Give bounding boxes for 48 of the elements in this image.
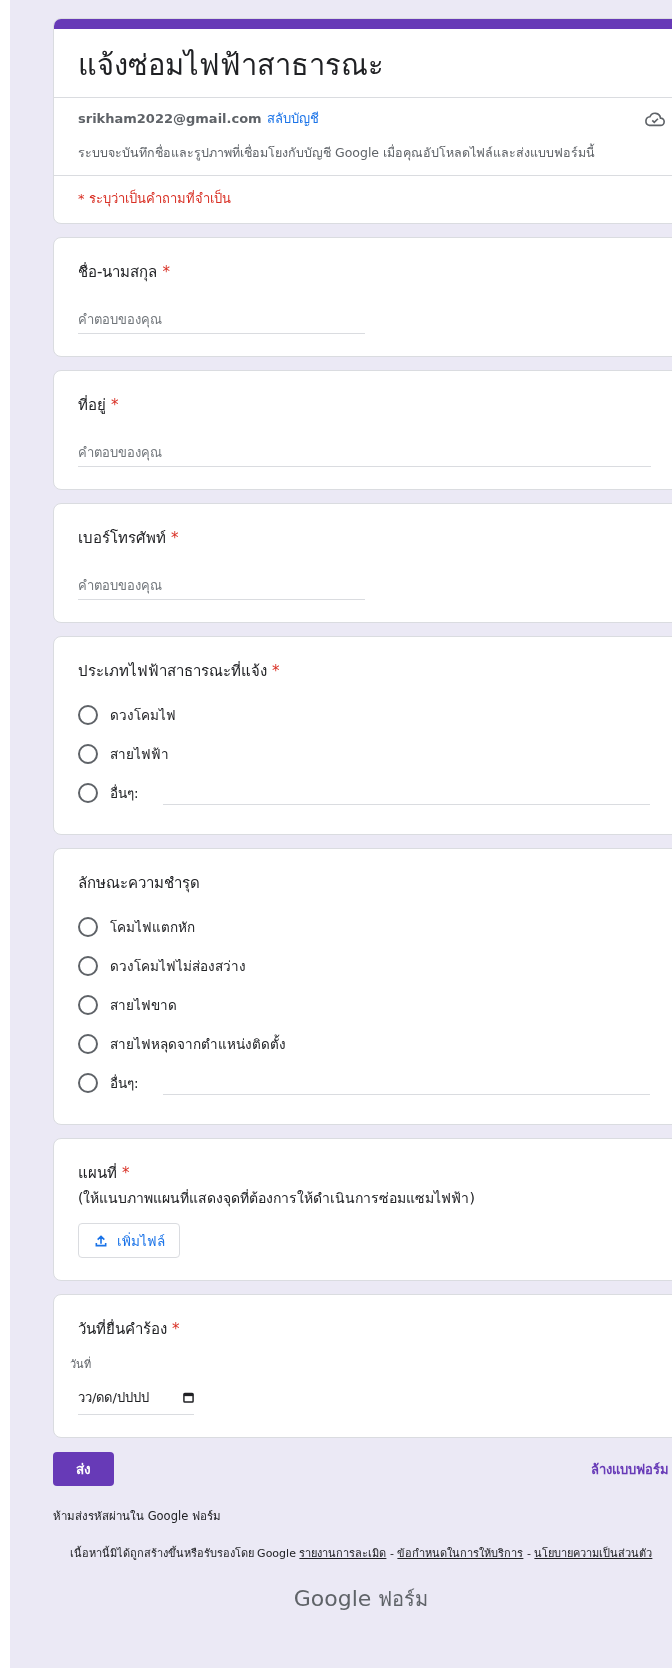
account-email: srikham2022@gmail.com (78, 111, 262, 126)
option-label: ดวงโคมไฟ (110, 705, 176, 725)
question-title: เบอร์โทรศัพท์ (78, 528, 166, 549)
required-mark: * (122, 1163, 130, 1184)
form-title: แจ้งซ่อมไฟฟ้าสาธารณะ (78, 47, 385, 84)
calendar-icon (183, 1392, 194, 1403)
option-label: ดวงโคมไฟไม่ส่องสว่าง (110, 956, 246, 976)
switch-account-link[interactable]: สลับบัญชี (266, 108, 319, 129)
required-mark: * (162, 262, 170, 283)
option-label: สายไฟขาด (110, 995, 177, 1015)
clear-form-button[interactable]: ล้างแบบฟอร์ม (591, 1458, 669, 1480)
question-title: แผนที่ (78, 1162, 117, 1184)
cloud-check-icon (644, 109, 666, 128)
required-mark: * (171, 528, 179, 549)
radio-button[interactable] (78, 704, 98, 725)
date-label: วันที่ (70, 1355, 92, 1373)
disclaimer-text: เนื้อหานี้มิได้ถูกสร้างขึ้นหรือรับรองโดย Google รายงานการละเมิด - ข้อกำหนดในการให้บริการ - นโยบายความเป็นส่วนตัว (69, 1547, 653, 1560)
question-title: ที่อยู่ (78, 394, 106, 416)
option-label: สายไฟหลุดจากตำแหน่งติดตั้ง (110, 1033, 286, 1055)
option-label: สายไฟฟ้า (110, 744, 169, 764)
footer-link[interactable]: รายงานการละเมิด (299, 1547, 387, 1560)
option-label: อื่นๆ: (110, 783, 139, 803)
radio-button[interactable] (78, 782, 98, 803)
question-title: ประเภทไฟฟ้าสาธารณะที่แจ้ง (78, 660, 267, 682)
submit-button[interactable]: ส่ง (53, 1452, 114, 1486)
required-mark: * (111, 395, 119, 416)
required-note: * ระบุว่าเป็นคำถามที่จำเป็น (78, 191, 231, 206)
footer-link[interactable]: นโยบายความเป็นส่วนตัว (534, 1547, 653, 1560)
radio-button[interactable] (78, 955, 98, 976)
google-forms-logo: Google ฟอร์ม (293, 1585, 429, 1613)
required-mark: * (272, 661, 280, 682)
radio-button[interactable] (78, 743, 98, 764)
option-label: อื่นๆ: (110, 1073, 139, 1093)
add-file-button[interactable]: เพิ่มไฟล์ (78, 1223, 180, 1258)
account-note: ระบบจะบันทึกชื่อและรูปภาพที่เชื่อมโยงกับบัญชี Google เมื่อคุณอัปโหลดไฟล์และส่งแบบฟอร์มนี้ (78, 143, 597, 163)
question-title: วันที่ยื่นคำร้อง (78, 1318, 167, 1340)
required-mark: * (172, 1319, 180, 1340)
option-label: โคมไฟแตกหัก (110, 917, 195, 937)
footer-link[interactable]: ข้อกำหนดในการให้บริการ (397, 1547, 524, 1560)
question-description: (ให้แนบภาพแผนที่แสดงจุดที่ต้องการให้ดำเนินการซ่อมแซมไฟฟ้า) (78, 1188, 476, 1209)
radio-button[interactable] (78, 1072, 98, 1093)
radio-button[interactable] (78, 1033, 98, 1054)
question-title: ลักษณะความชำรุด (78, 873, 200, 895)
radio-button[interactable] (78, 994, 98, 1015)
date-field[interactable]: วว/ดด/ปปปป (78, 1381, 194, 1415)
password-warning: ห้ามส่งรหัสผ่านใน Google ฟอร์ม (53, 1509, 221, 1523)
radio-button[interactable] (78, 916, 98, 937)
question-title: ชื่อ-นามสกุล (78, 261, 158, 284)
